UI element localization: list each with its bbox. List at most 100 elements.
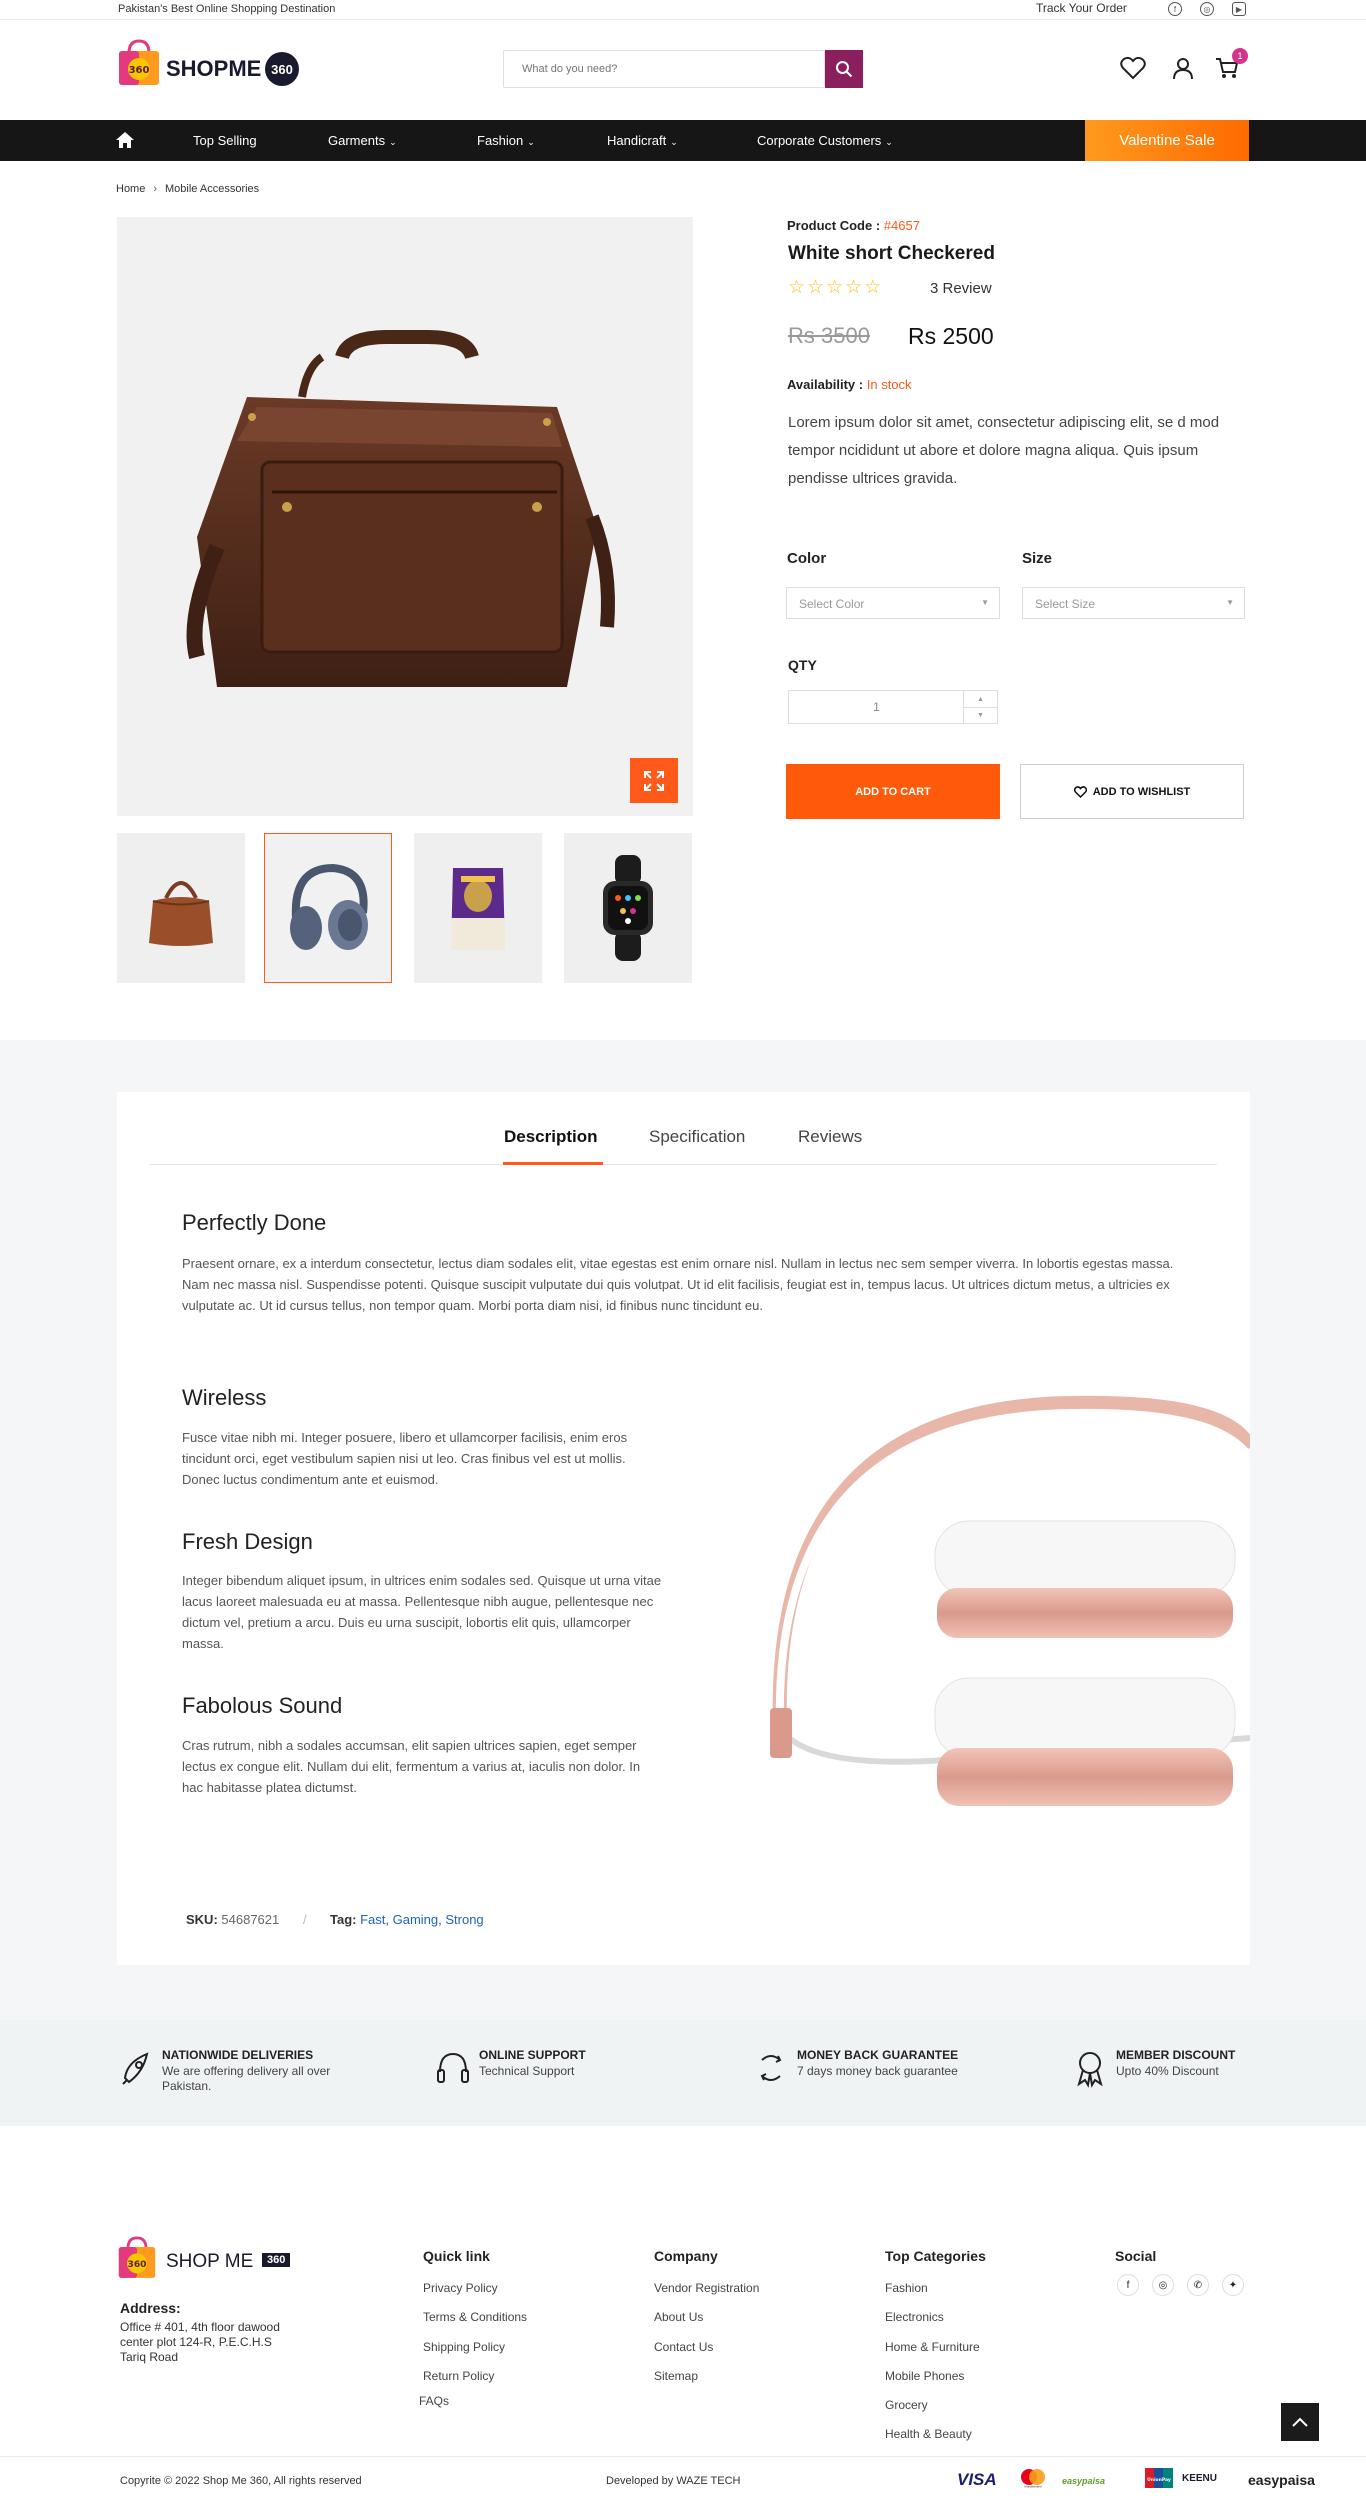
tag-links[interactable]: Fast, Gaming, Strong [360,1912,484,1927]
rose-gold-headphones-image [750,1378,1257,1868]
footer-link-grocery[interactable]: Grocery [885,2398,928,2412]
caret-down-icon: ▼ [981,598,989,607]
thumbnail-headphones[interactable] [264,833,392,983]
sku-value: 54687621 [221,1912,280,1927]
star-icon: ☆ [845,277,865,298]
footer-link-terms-conditions[interactable]: Terms & Conditions [423,2310,527,2324]
valentine-sale-button[interactable]: Valentine Sale [1085,120,1249,161]
increment-icon[interactable]: ▲ [963,691,997,707]
section-title-fabolous-sound: Fabolous Sound [182,1693,343,1718]
shopping-bag-logo-icon[interactable]: 360 [117,37,161,87]
footer-link-faqs[interactable]: FAQs [419,2394,449,2408]
quantity-stepper[interactable]: 1 ▲ ▼ [788,690,998,724]
handbag-image [149,881,213,946]
availability-status: In stock [866,377,912,392]
logo-badge: 360 [265,52,299,86]
company-heading: Company [654,2248,718,2264]
quantity-value[interactable]: 1 [789,700,964,714]
footer-link-shipping-policy[interactable]: Shipping Policy [423,2340,505,2354]
add-to-cart-button[interactable]: ADD TO CART [786,764,1000,819]
header: 360 SHOPME 360 1 [0,20,1366,120]
breadcrumb-current[interactable]: Mobile Accessories [165,183,259,195]
developer-credit: Developed by WAZE TECH [606,2475,741,2487]
rocket-icon [122,2052,149,2085]
instagram-icon[interactable]: ◎ [1152,2274,1174,2296]
tab-divider [150,1164,1217,1165]
whatsapp-icon[interactable]: ✆ [1187,2274,1209,2296]
feature-subtitle: Technical Support [479,2064,575,2078]
footer-link-vendor-registration[interactable]: Vendor Registration [654,2281,759,2295]
user-account-icon[interactable] [1168,53,1198,83]
rating-stars[interactable]: ☆☆☆☆☆ [788,276,883,299]
footer-link-sitemap[interactable]: Sitemap [654,2369,698,2383]
social-heading: Social [1115,2248,1157,2264]
product-main-image[interactable] [117,217,693,816]
instagram-icon[interactable]: ◎ [1200,2,1214,16]
nav-handicraft[interactable]: Handicraft ⌄ [607,133,678,148]
nav-corporate-customers[interactable]: Corporate Customers ⌄ [757,133,893,148]
headphones-image [290,863,368,950]
tag-label: Tag: [330,1912,357,1927]
tab-reviews[interactable]: Reviews [798,1127,862,1147]
thumbnail-smartwatch[interactable] [564,833,692,983]
expand-image-button[interactable] [630,758,678,803]
youtube-icon[interactable]: ▶ [1232,2,1246,16]
product-title: White short Checkered [788,243,995,264]
smartwatch-image [603,855,653,961]
nav-garments[interactable]: Garments ⌄ [328,133,397,148]
home-icon[interactable] [116,132,134,151]
footer-link-health-beauty[interactable]: Health & Beauty [885,2427,972,2441]
track-order-link[interactable]: Track Your Order [1036,1,1127,15]
footer-link-home-furniture[interactable]: Home & Furniture [885,2340,980,2354]
color-select-value: Select Color [799,597,865,611]
product-code-label: Product Code : [787,218,881,233]
facebook-icon[interactable]: f [1168,2,1182,16]
sku-label: SKU: [186,1912,218,1927]
footer-logo-badge: 360 [262,2253,291,2267]
breadcrumb-home[interactable]: Home [116,183,145,195]
nav-label: Handicraft [607,133,667,148]
thumbnail-handbag[interactable] [117,833,245,983]
section-title-perfectly-done: Perfectly Done [182,1210,327,1235]
size-select-value: Select Size [1035,597,1096,611]
footer-link-about-us[interactable]: About Us [654,2310,703,2324]
tab-description[interactable]: Description [504,1127,598,1147]
color-select[interactable]: Select Color ▼ [786,587,1000,619]
new-price: Rs 2500 [908,323,994,349]
thumbnail-rice-pack[interactable] [414,833,542,983]
tab-specification[interactable]: Specification [649,1127,745,1147]
add-to-wishlist-button[interactable]: ADD TO WISHLIST [1020,764,1244,819]
footer-shopping-bag-logo-icon[interactable]: 360 [117,2234,161,2284]
feature-title: MEMBER DISCOUNT [1116,2048,1236,2062]
footer-link-mobile-phones[interactable]: Mobile Phones [885,2369,964,2383]
cart-count-badge: 1 [1232,48,1248,64]
section-title-wireless: Wireless [182,1385,267,1410]
feature-title: ONLINE SUPPORT [479,2048,586,2062]
logo-text[interactable]: SHOPME [166,56,261,82]
search-input[interactable] [504,51,784,87]
tags: Tag: Fast, Gaming, Strong [330,1912,484,1927]
footer-link-privacy-policy[interactable]: Privacy Policy [423,2281,498,2295]
twitter-icon[interactable]: ✦ [1222,2274,1244,2296]
review-count[interactable]: 3 Review [930,280,992,297]
chevron-down-icon: ⌄ [885,137,893,147]
scroll-to-top-button[interactable] [1281,2403,1319,2441]
active-tab-indicator [503,1162,603,1165]
headset-icon [437,2052,469,2083]
decrement-icon[interactable]: ▼ [963,707,997,723]
facebook-icon[interactable]: f [1117,2274,1139,2296]
size-select[interactable]: Select Size ▼ [1022,587,1245,619]
main-nav: Top Selling Garments ⌄ Fashion ⌄ Handicraf… [0,120,1366,161]
nav-top-selling[interactable]: Top Selling [193,133,257,148]
search-icon [836,61,853,78]
top-categories-heading: Top Categories [885,2248,986,2264]
nav-label: Garments [328,133,386,148]
search-button[interactable] [825,50,863,88]
footer-link-return-policy[interactable]: Return Policy [423,2369,494,2383]
footer-link-contact-us[interactable]: Contact Us [654,2340,713,2354]
footer-link-electronics[interactable]: Electronics [885,2310,944,2324]
nav-fashion[interactable]: Fashion ⌄ [477,133,535,148]
footer-link-fashion[interactable]: Fashion [885,2281,928,2295]
footer-logo-text[interactable]: SHOP ME [166,2251,253,2273]
wishlist-heart-icon[interactable] [1118,53,1148,83]
